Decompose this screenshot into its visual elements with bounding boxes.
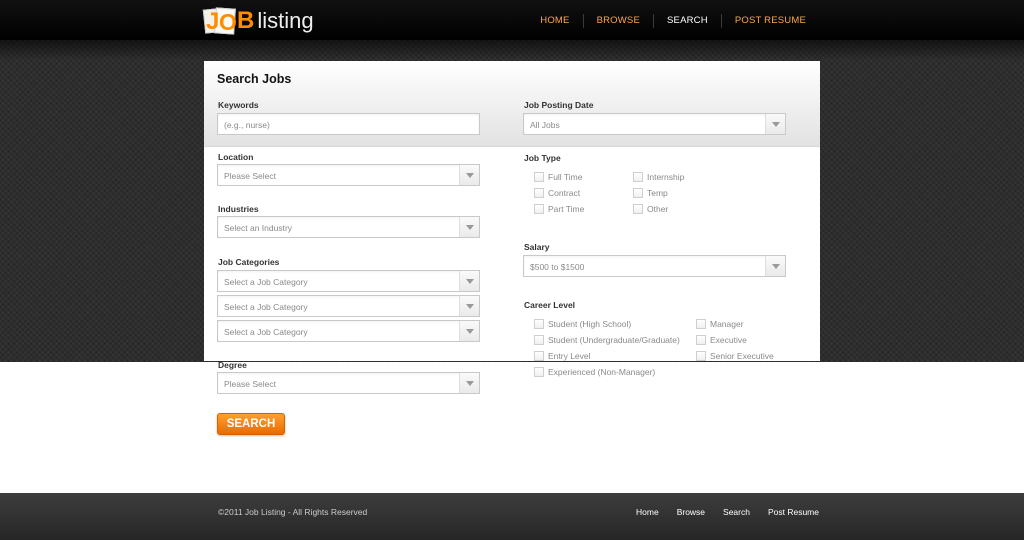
degree-label: Degree <box>218 360 247 370</box>
checkbox-label: Full Time <box>548 172 583 182</box>
chevron-down-icon <box>459 165 479 185</box>
nav-search[interactable]: SEARCH <box>653 14 721 28</box>
checkbox-label: Student (High School) <box>548 319 632 329</box>
job-type-internship[interactable]: Internship <box>633 172 684 182</box>
main-nav: HOME BROWSE SEARCH POST RESUME <box>527 14 819 28</box>
footer-link-browse[interactable]: Browse <box>677 507 705 517</box>
location-value: Please Select <box>224 171 276 181</box>
checkbox-icon <box>534 367 544 377</box>
checkbox-label: Experienced (Non-Manager) <box>548 367 656 377</box>
logo-letter-b: B <box>237 7 255 34</box>
job-type-part-time[interactable]: Part Time <box>534 204 584 214</box>
salary-value: $500 to $1500 <box>530 262 585 272</box>
job-type-label: Job Type <box>524 153 561 163</box>
salary-select[interactable]: $500 to $1500 <box>523 255 786 277</box>
checkbox-icon <box>633 204 643 214</box>
chevron-down-icon <box>765 114 785 134</box>
job-category-value: Select a Job Category <box>224 277 308 287</box>
chevron-down-icon <box>459 271 479 291</box>
nav-post-resume[interactable]: POST RESUME <box>720 14 819 28</box>
posting-date-value: All Jobs <box>530 120 560 130</box>
job-category-select-2[interactable]: Select a Job Category <box>217 295 480 317</box>
checkbox-label: Contract <box>548 188 581 198</box>
chevron-down-icon <box>459 373 479 393</box>
nav-browse[interactable]: BROWSE <box>582 14 653 28</box>
checkbox-icon <box>534 351 544 361</box>
footer-link-home[interactable]: Home <box>636 507 659 517</box>
page-title: Search Jobs <box>217 72 292 86</box>
logo-word: listing <box>257 8 314 33</box>
industry-value: Select an Industry <box>224 223 293 233</box>
footer-link-search[interactable]: Search <box>723 507 750 517</box>
keywords-input[interactable]: (e.g., nurse) <box>217 113 480 135</box>
checkbox-label: Student (Undergraduate/Graduate) <box>548 335 680 345</box>
salary-label: Salary <box>524 242 550 252</box>
location-label: Location <box>218 152 254 162</box>
site-logo[interactable]: J O B listing <box>202 6 314 36</box>
industries-label: Industries <box>218 204 259 214</box>
search-button[interactable]: SEARCH <box>217 413 285 435</box>
chevron-down-icon <box>459 217 479 237</box>
keywords-label: Keywords <box>218 100 259 110</box>
checkbox-icon <box>696 319 706 329</box>
footer-link-post-resume[interactable]: Post Resume <box>768 507 819 517</box>
career-student-undergrad[interactable]: Student (Undergraduate/Graduate) <box>534 335 680 345</box>
career-level-label: Career Level <box>524 300 576 310</box>
industry-select[interactable]: Select an Industry <box>217 216 480 238</box>
checkbox-icon <box>534 319 544 329</box>
posting-date-label: Job Posting Date <box>524 100 594 110</box>
nav-home[interactable]: HOME <box>527 14 582 28</box>
checkbox-label: Entry Level <box>548 351 591 361</box>
checkbox-label: Senior Executive <box>710 351 774 361</box>
chevron-down-icon <box>459 321 479 341</box>
job-categories-label: Job Categories <box>218 257 280 267</box>
career-executive[interactable]: Executive <box>696 335 747 345</box>
job-type-temp[interactable]: Temp <box>633 188 668 198</box>
job-category-select-1[interactable]: Select a Job Category <box>217 270 480 292</box>
checkbox-label: Executive <box>710 335 747 345</box>
checkbox-icon <box>696 351 706 361</box>
checkbox-icon <box>633 172 643 182</box>
chevron-down-icon <box>765 256 785 276</box>
checkbox-label: Internship <box>647 172 685 182</box>
checkbox-label: Temp <box>647 188 668 198</box>
logo-badge-icon: J O <box>202 7 237 35</box>
career-senior-executive[interactable]: Senior Executive <box>696 351 774 361</box>
band-shadow <box>0 40 1024 60</box>
job-type-other[interactable]: Other <box>633 204 668 214</box>
copyright-text: ©2011 Job Listing - All Rights Reserved <box>218 507 368 517</box>
posting-date-select[interactable]: All Jobs <box>523 113 786 135</box>
top-header: J O B listing HOME BROWSE SEARCH POST RE… <box>0 0 1024 40</box>
location-select[interactable]: Please Select <box>217 164 480 186</box>
job-type-full-time[interactable]: Full Time <box>534 172 582 182</box>
checkbox-icon <box>534 188 544 198</box>
career-entry-level[interactable]: Entry Level <box>534 351 591 361</box>
checkbox-icon <box>534 204 544 214</box>
checkbox-icon <box>534 335 544 345</box>
degree-value: Please Select <box>224 379 276 389</box>
job-category-select-3[interactable]: Select a Job Category <box>217 320 480 342</box>
keywords-placeholder: (e.g., nurse) <box>224 120 270 130</box>
checkbox-label: Manager <box>710 319 744 329</box>
job-category-value: Select a Job Category <box>224 302 308 312</box>
checkbox-icon <box>534 172 544 182</box>
career-student-high-school[interactable]: Student (High School) <box>534 319 631 329</box>
degree-select[interactable]: Please Select <box>217 372 480 394</box>
footer-nav: Home Browse Search Post Resume <box>618 507 819 517</box>
checkbox-icon <box>633 188 643 198</box>
checkbox-label: Part Time <box>548 204 585 214</box>
career-experienced[interactable]: Experienced (Non-Manager) <box>534 367 655 377</box>
chevron-down-icon <box>459 296 479 316</box>
checkbox-label: Other <box>647 204 669 214</box>
career-manager[interactable]: Manager <box>696 319 744 329</box>
checkbox-icon <box>696 335 706 345</box>
job-category-value: Select a Job Category <box>224 327 308 337</box>
site-footer: ©2011 Job Listing - All Rights Reserved … <box>0 493 1024 540</box>
job-type-contract[interactable]: Contract <box>534 188 580 198</box>
